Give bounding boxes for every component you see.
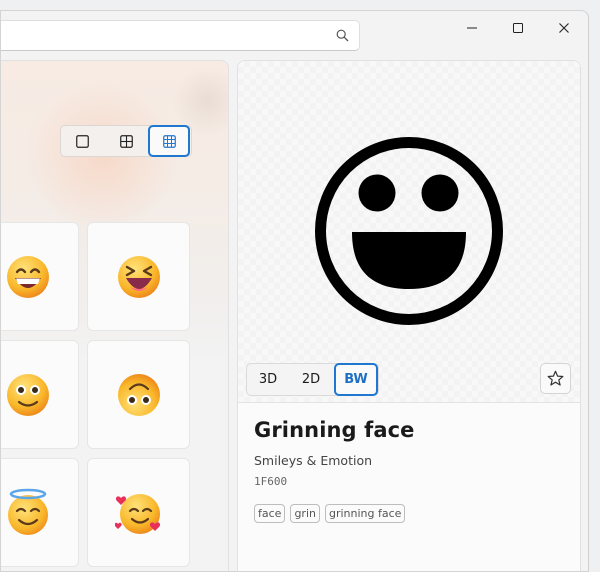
large-grid-icon (75, 134, 89, 148)
emoji-card[interactable] (87, 340, 190, 449)
emoji-card[interactable] (1, 222, 79, 331)
emoji-card[interactable] (1, 458, 79, 567)
maximize-icon (513, 23, 523, 33)
close-button[interactable] (541, 11, 587, 45)
beaming-face-icon (6, 255, 49, 298)
tag-chip[interactable]: grinning face (324, 504, 406, 523)
style-3d-button[interactable]: 3D (247, 364, 289, 395)
grinning-squinting-face-icon (117, 255, 160, 298)
upside-down-face-icon (117, 373, 160, 416)
search-icon[interactable] (336, 29, 349, 42)
emoji-card[interactable] (87, 222, 190, 331)
close-icon (559, 23, 569, 33)
tag-chip[interactable]: grin (290, 504, 320, 523)
small-grid-icon (162, 134, 176, 148)
small-grid-button[interactable] (148, 125, 190, 157)
smiling-face-icon (6, 373, 49, 416)
view-size-toggle (60, 125, 192, 157)
minimize-icon (467, 27, 477, 29)
app-window: 3D 2D BW Grinning face Smileys & Emotion… (0, 10, 589, 572)
emoji-category: Smileys & Emotion (254, 453, 373, 468)
smiling-face-with-hearts-icon (114, 493, 160, 534)
tag-chip[interactable]: face (254, 504, 286, 523)
maximize-button[interactable] (495, 11, 541, 45)
smiling-face-with-halo-icon (7, 488, 48, 535)
grinning-face-bw-icon (315, 137, 503, 325)
large-grid-button[interactable] (61, 126, 103, 156)
emoji-card[interactable] (1, 340, 79, 449)
emoji-name: Grinning face (254, 418, 415, 442)
emoji-card[interactable] (87, 458, 190, 567)
emoji-codepoint: 1F600 (254, 475, 288, 488)
search-box[interactable] (1, 20, 360, 51)
minimize-button[interactable] (449, 11, 495, 45)
style-2d-button[interactable]: 2D (290, 364, 332, 395)
medium-grid-button[interactable] (105, 126, 147, 156)
style-switch: 3D 2D BW (246, 363, 379, 396)
favorite-button[interactable] (540, 363, 571, 394)
medium-grid-icon (119, 134, 133, 148)
emoji-grid-panel (1, 60, 229, 571)
emoji-preview: 3D 2D BW (238, 61, 580, 403)
star-outline-icon (547, 370, 564, 386)
emoji-detail-panel: 3D 2D BW Grinning face Smileys & Emotion… (237, 60, 581, 571)
style-bw-button[interactable]: BW (334, 363, 378, 396)
tag-list: face grin grinning face (254, 504, 406, 523)
